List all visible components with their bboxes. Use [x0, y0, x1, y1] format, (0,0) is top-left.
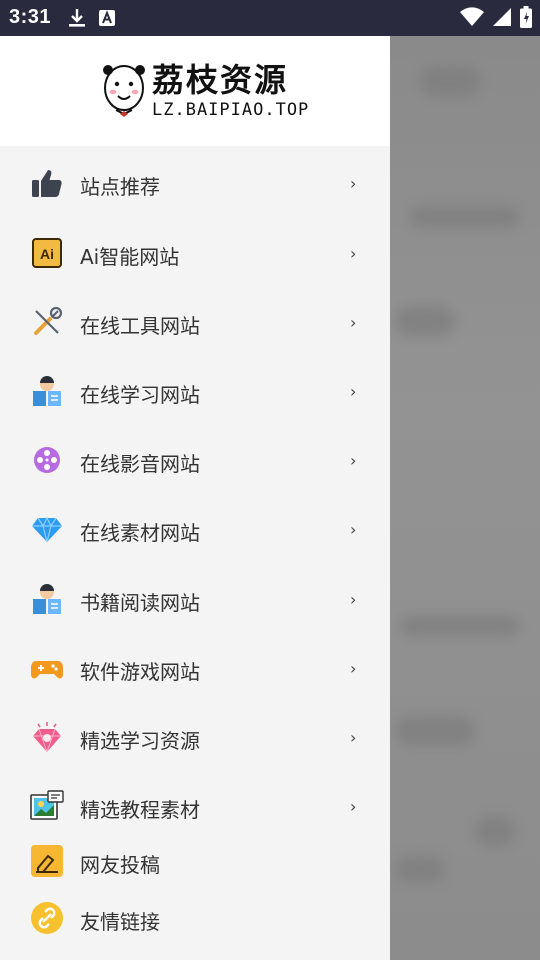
menu-item-label: 书籍阅读网站: [80, 591, 200, 615]
status-left-icons: [68, 8, 116, 32]
menu-item-study-resources[interactable]: 精选学习资源 ›: [0, 706, 390, 766]
gem-badge-icon: [30, 720, 64, 754]
menu-item-label: Ai智能网站: [80, 245, 180, 269]
tools-icon: [30, 305, 64, 339]
menu-item-label: 在线学习网站: [80, 383, 200, 407]
chevron-right-icon: ›: [350, 659, 357, 678]
menu-item-media[interactable]: 在线影音网站 ›: [0, 429, 390, 489]
ai-icon: Ai: [30, 236, 64, 270]
chevron-right-icon: ›: [350, 174, 357, 193]
menu-item-label: 在线工具网站: [80, 314, 200, 338]
menu-item-label: 在线素材网站: [80, 521, 200, 545]
reading-person-icon: [30, 374, 64, 408]
menu-item-submission[interactable]: 网友投稿: [0, 830, 390, 890]
status-right-icons: [460, 6, 532, 32]
menu-item-games[interactable]: 软件游戏网站 ›: [0, 637, 390, 697]
status-bar: 3:31: [0, 0, 540, 36]
menu-item-assets[interactable]: 在线素材网站 ›: [0, 498, 390, 558]
a-notification-icon: [98, 9, 116, 31]
menu-item-label: 友情链接: [80, 910, 160, 934]
chevron-right-icon: ›: [350, 520, 357, 539]
diamond-icon: [30, 512, 64, 546]
chevron-right-icon: ›: [350, 313, 357, 332]
thumbs-up-icon: [30, 166, 64, 200]
chevron-right-icon: ›: [350, 797, 357, 816]
menu-item-ai[interactable]: Ai Ai智能网站 ›: [0, 222, 390, 282]
cell-signal-icon: [492, 7, 512, 31]
status-time: 3:31: [9, 6, 52, 28]
link-icon: [30, 901, 64, 935]
tutorial-image-icon: [30, 789, 64, 823]
menu-item-label: 精选学习资源: [80, 729, 200, 753]
menu-item-label: 网友投稿: [80, 853, 160, 877]
menu-item-books[interactable]: 书籍阅读网站 ›: [0, 568, 390, 628]
film-reel-icon: [30, 443, 64, 477]
pen-submit-icon: [30, 844, 64, 878]
wifi-icon: [460, 7, 484, 31]
reading-person-icon: [30, 582, 64, 616]
menu-item-label: 精选教程素材: [80, 798, 200, 822]
chevron-right-icon: ›: [350, 382, 357, 401]
drawer-header: 荔枝资源 LZ.BAIPIAO.TOP: [0, 36, 390, 146]
menu-item-tutorials[interactable]: 精选教程素材 ›: [0, 775, 390, 835]
menu-item-tools[interactable]: 在线工具网站 ›: [0, 291, 390, 351]
chevron-right-icon: ›: [350, 728, 357, 747]
app-logo: 荔枝资源 LZ.BAIPIAO.TOP: [100, 58, 309, 124]
download-icon: [68, 8, 86, 32]
chevron-right-icon: ›: [350, 451, 357, 470]
chevron-right-icon: ›: [350, 244, 357, 263]
logo-subtitle: LZ.BAIPIAO.TOP: [152, 100, 310, 120]
menu-item-label: 在线影音网站: [80, 452, 200, 476]
svg-text:Ai: Ai: [40, 246, 54, 262]
menu-item-site-recommend[interactable]: 站点推荐 ›: [0, 152, 390, 212]
battery-icon: [520, 6, 532, 32]
menu-item-study[interactable]: 在线学习网站 ›: [0, 360, 390, 420]
chevron-right-icon: ›: [350, 590, 357, 609]
mascot-icon: [100, 58, 148, 124]
menu-item-label: 软件游戏网站: [80, 660, 200, 684]
logo-title: 荔枝资源: [152, 61, 289, 99]
drawer-scrim[interactable]: [390, 36, 540, 960]
menu-item-label: 站点推荐: [80, 175, 160, 199]
navigation-drawer: 荔枝资源 LZ.BAIPIAO.TOP 站点推荐 › Ai Ai智能网站 › 在…: [0, 36, 390, 960]
menu-item-friend-links[interactable]: 友情链接: [0, 887, 390, 947]
gamepad-icon: [30, 651, 64, 685]
